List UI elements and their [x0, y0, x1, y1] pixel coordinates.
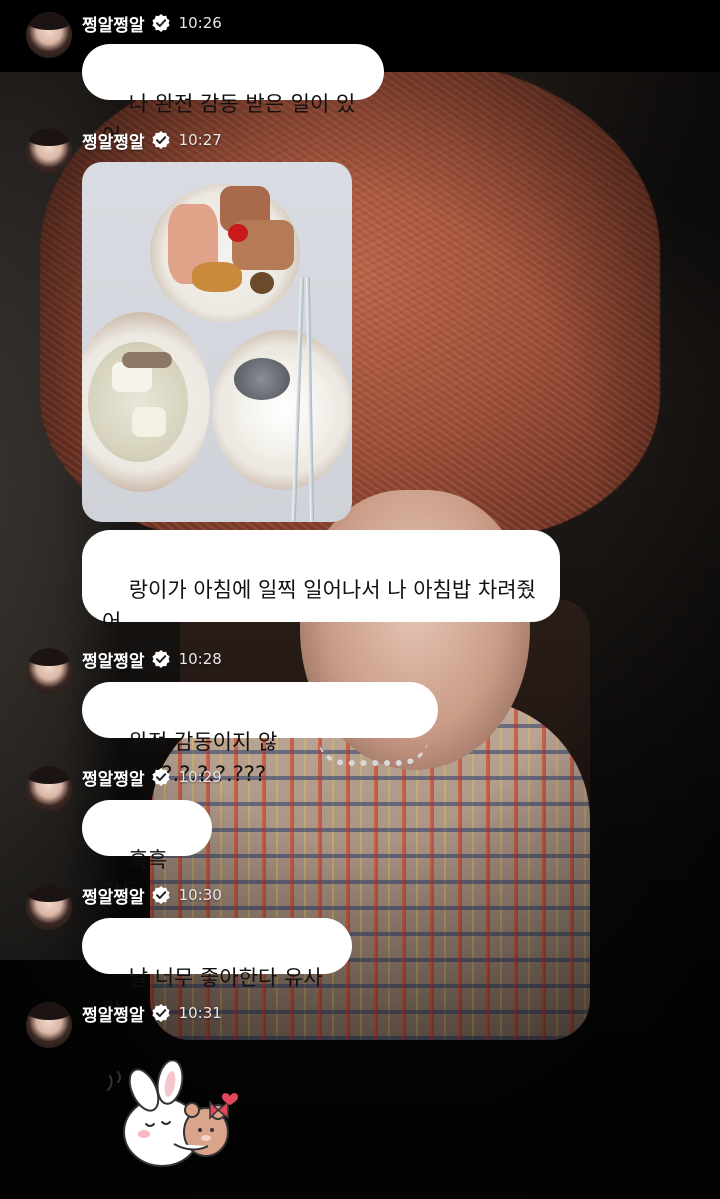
- verified-badge-icon: [151, 1003, 171, 1023]
- message-bubble[interactable]: 랑이가 아침에 일찍 일어나서 나 아침밥 차려줬 어: [82, 530, 560, 634]
- sender-avatar[interactable]: [26, 128, 72, 174]
- message-time: 10:29: [178, 768, 222, 786]
- message-bubble[interactable]: 완전 감동이지 않아......?.?.?.?.???: [82, 682, 438, 786]
- message-meta: 쩡알쩡알 10:29: [82, 764, 222, 790]
- sender-name[interactable]: 쩡알쩡알: [82, 883, 145, 908]
- sender-avatar[interactable]: [26, 648, 72, 694]
- verified-badge-icon: [151, 767, 171, 787]
- verified-badge-icon: [151, 130, 171, 150]
- message-time: 10:28: [178, 650, 222, 668]
- verified-badge-icon: [151, 885, 171, 905]
- message-time: 10:31: [178, 1004, 222, 1022]
- sender-name[interactable]: 쩡알쩡알: [82, 11, 145, 36]
- sender-avatar[interactable]: [26, 766, 72, 812]
- sender-avatar[interactable]: [26, 12, 72, 58]
- sender-name[interactable]: 쩡알쩡알: [82, 647, 145, 672]
- message-bubble[interactable]: 나 완전 감동 받은 일이 있어: [82, 44, 384, 148]
- message-meta: 쩡알쩡알 10:31: [82, 1000, 222, 1026]
- sender-avatar[interactable]: [26, 884, 72, 930]
- message-time: 10:27: [178, 131, 222, 149]
- message-bubble[interactable]: 날 너무 좋아한다 유사랑: [82, 918, 352, 1022]
- message-time: 10:26: [178, 14, 222, 32]
- bunny-hug-sticker[interactable]: [100, 1059, 250, 1180]
- verified-badge-icon: [151, 13, 171, 33]
- breakfast-photo[interactable]: [82, 162, 352, 522]
- message-meta: 쩡알쩡알 10:26: [82, 10, 222, 36]
- sender-name[interactable]: 쩡알쩡알: [82, 1001, 145, 1026]
- message-meta: 쩡알쩡알 10:30: [82, 882, 222, 908]
- message-bubble[interactable]: 흑흑 감동: [82, 800, 212, 904]
- message-meta: 쩡알쩡알 10:27: [82, 127, 222, 153]
- message-meta: 쩡알쩡알 10:28: [82, 646, 222, 672]
- message-time: 10:30: [178, 886, 222, 904]
- verified-badge-icon: [151, 649, 171, 669]
- sender-avatar[interactable]: [26, 1002, 72, 1048]
- sender-name[interactable]: 쩡알쩡알: [82, 128, 145, 153]
- sender-name[interactable]: 쩡알쩡알: [82, 765, 145, 790]
